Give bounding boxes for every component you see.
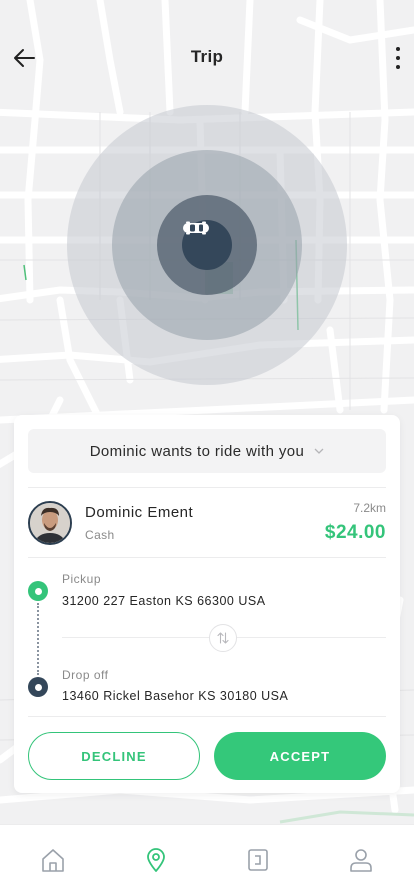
bottom-tab-bar [0, 824, 414, 896]
location-pin-icon [147, 848, 165, 872]
pickup-marker-icon [28, 581, 48, 601]
trip-fare: $24.00 [324, 522, 386, 543]
more-vertical-icon [396, 47, 400, 51]
dropoff-address[interactable]: 13460 Rickel Basehor KS 30180 USA [62, 689, 288, 703]
payment-method: Cash [85, 528, 115, 542]
home-icon [42, 849, 64, 872]
pickup-label: Pickup [62, 572, 102, 586]
divider [28, 557, 386, 558]
car-icon [183, 221, 209, 235]
avatar [28, 501, 72, 545]
page-title: Trip [190, 47, 224, 66]
rider-photo [30, 503, 70, 543]
rider-name: Dominic Ement [85, 504, 194, 521]
ride-request-dropdown[interactable]: Dominic wants to ride with you [28, 429, 386, 473]
swap-locations-button[interactable] [209, 624, 237, 652]
divider [28, 487, 386, 488]
tab-map[interactable] [141, 845, 171, 875]
profile-icon [350, 849, 372, 872]
tab-profile[interactable] [346, 845, 376, 875]
dropoff-label: Drop off [62, 668, 109, 682]
divider [28, 716, 386, 717]
accept-button[interactable]: ACCEPT [214, 732, 386, 780]
wallet-icon [248, 849, 268, 871]
ride-request-label: Dominic wants to ride with you [89, 442, 305, 460]
swap-vertical-icon [217, 632, 229, 644]
route-connector [37, 603, 39, 675]
tab-wallet[interactable] [243, 845, 273, 875]
dropoff-marker-icon [28, 677, 48, 697]
ride-request-card: Dominic wants to ride with you Dominic E… [14, 415, 400, 793]
tab-home[interactable] [38, 845, 68, 875]
pickup-address[interactable]: 31200 227 Easton KS 66300 USA [62, 594, 266, 608]
more-options-button[interactable] [388, 42, 408, 74]
chevron-down-icon [314, 448, 324, 454]
trip-distance: 7.2km [353, 501, 386, 515]
decline-button[interactable]: DECLINE [28, 732, 200, 780]
vehicle-marker [182, 220, 232, 270]
app-header: Trip [0, 30, 414, 86]
